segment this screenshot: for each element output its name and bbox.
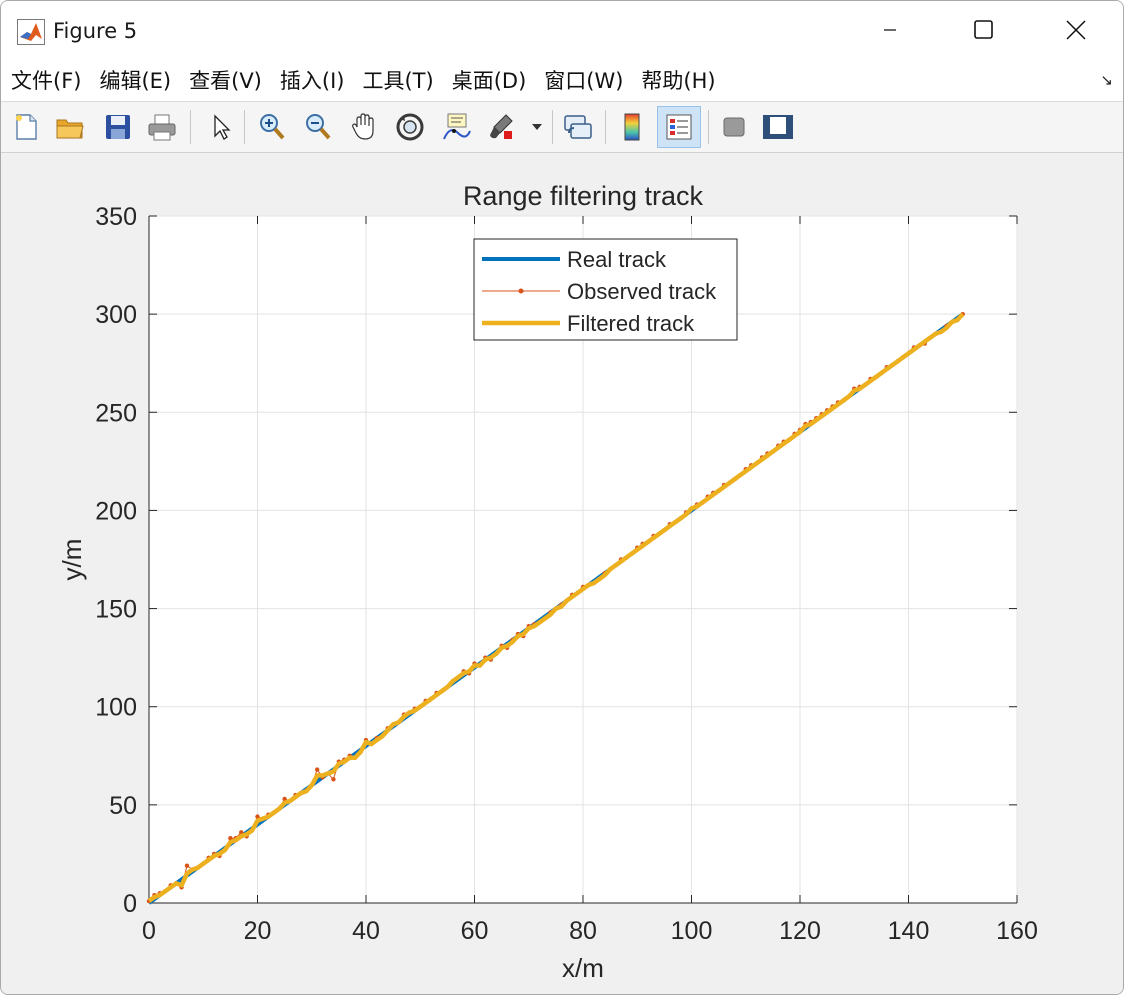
brush-dropdown-icon[interactable] (527, 108, 547, 146)
pointer-icon[interactable] (201, 108, 239, 146)
legend-label: Observed track (567, 279, 717, 304)
y-tick-label: 350 (95, 203, 137, 231)
observed-point (314, 767, 320, 772)
link-plot-icon[interactable] (559, 108, 597, 146)
y-axis-label: y/m (57, 539, 87, 581)
x-tick-label: 60 (461, 917, 489, 945)
minimize-button[interactable] (843, 1, 937, 59)
menu-window[interactable]: 窗口(W) (536, 65, 631, 95)
y-tick-label: 100 (95, 694, 137, 722)
x-tick-label: 120 (779, 917, 821, 945)
show-plot-tools-icon[interactable] (759, 108, 797, 146)
menu-view[interactable]: 查看(V) (181, 65, 270, 95)
x-axis-label: x/m (562, 953, 604, 983)
x-tick-label: 140 (888, 917, 930, 945)
maximize-button[interactable] (937, 1, 1031, 59)
chart-title: Range filtering track (463, 181, 704, 211)
menu-edit[interactable]: 编辑(E) (91, 65, 179, 95)
y-tick-label: 250 (95, 399, 137, 427)
open-file-icon[interactable] (51, 108, 89, 146)
legend-label: Filtered track (567, 311, 695, 336)
observed-point (184, 863, 190, 868)
x-tick-label: 20 (244, 917, 272, 945)
x-tick-label: 80 (569, 917, 597, 945)
rotate-3d-icon[interactable] (391, 108, 429, 146)
menu-bar: 文件(F) 编辑(E) 查看(V) 插入(I) 工具(T) 桌面(D) 窗口(W… (1, 59, 1123, 102)
x-tick-label: 160 (996, 917, 1038, 945)
figure-window: Figure 5 文件(F) 编辑(E) 查看(V) 插入(I) 工具(T) 桌… (0, 0, 1124, 995)
close-icon (1066, 20, 1086, 40)
matlab-logo-icon (17, 19, 45, 45)
menu-tools[interactable]: 工具(T) (354, 65, 441, 95)
data-cursor-icon[interactable] (437, 108, 475, 146)
y-tick-label: 150 (95, 596, 137, 624)
x-tick-label: 40 (352, 917, 380, 945)
dock-arrow-icon[interactable]: ↘ (1100, 71, 1113, 89)
maximize-icon (974, 20, 993, 39)
toolbar-separator (605, 110, 606, 144)
minimize-icon (884, 29, 896, 31)
y-tick-label: 50 (109, 792, 137, 820)
colorbar-icon[interactable] (613, 108, 651, 146)
toolbar-separator (552, 110, 553, 144)
legend: Real track Observed track Filtered track (473, 238, 738, 341)
observed-point (331, 777, 336, 782)
toolbar-separator (244, 110, 245, 144)
y-tick-label: 0 (123, 890, 137, 918)
hide-plot-tools-icon[interactable] (715, 108, 753, 146)
pan-hand-icon[interactable] (345, 108, 383, 146)
title-bar: Figure 5 (1, 1, 1123, 59)
toolbar-separator (190, 110, 191, 144)
window-title: Figure 5 (53, 19, 138, 43)
x-tick-label: 100 (671, 917, 713, 945)
legend-marker (518, 288, 524, 294)
figure-toolbar (1, 102, 1123, 153)
zoom-in-icon[interactable] (253, 108, 291, 146)
menu-file[interactable]: 文件(F) (3, 65, 89, 95)
close-button[interactable] (1029, 1, 1123, 59)
print-icon[interactable] (143, 108, 181, 146)
menu-desktop[interactable]: 桌面(D) (444, 65, 535, 95)
figure-canvas: 0 20 40 60 80 100 120 140 160 0 50 100 150 200 250 300 3… (1, 153, 1123, 994)
legend-label: Real track (567, 247, 667, 272)
y-tick-label: 300 (95, 301, 137, 329)
menu-help[interactable]: 帮助(H) (633, 65, 723, 95)
line-chart[interactable]: 0 20 40 60 80 100 120 140 160 0 50 100 150 200 250 300 3… (1, 153, 1123, 994)
legend-icon[interactable] (657, 106, 701, 148)
x-tick-label: 0 (142, 917, 156, 945)
new-figure-icon[interactable] (7, 108, 45, 146)
zoom-out-icon[interactable] (299, 108, 337, 146)
brush-icon[interactable] (483, 108, 521, 146)
toolbar-separator (708, 110, 709, 144)
save-icon[interactable] (99, 108, 137, 146)
y-tick-label: 200 (95, 497, 137, 525)
menu-insert[interactable]: 插入(I) (272, 65, 353, 95)
